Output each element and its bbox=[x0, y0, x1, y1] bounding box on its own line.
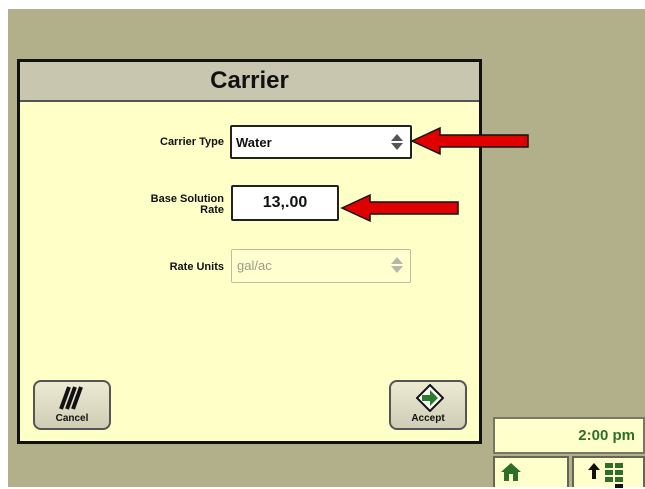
base-solution-rate-label: Base Solution Rate bbox=[116, 194, 224, 216]
rate-units-value: gal/ac bbox=[237, 258, 272, 273]
cancel-button-label: Cancel bbox=[55, 413, 89, 424]
cancel-slash-icon bbox=[59, 386, 83, 410]
dialog-title: Carrier bbox=[210, 67, 289, 94]
home-icon bbox=[501, 463, 521, 481]
base-solution-rate-input[interactable]: 13,.00 bbox=[231, 185, 339, 221]
layout-up-icon bbox=[588, 463, 623, 488]
home-button[interactable] bbox=[493, 456, 569, 487]
base-solution-rate-value: 13,.00 bbox=[262, 194, 308, 211]
carrier-type-value: Water bbox=[236, 135, 272, 150]
carrier-type-label: Carrier Type bbox=[160, 136, 224, 148]
clock-display: 2:00 pm bbox=[493, 417, 645, 454]
up-down-arrows-icon bbox=[391, 257, 403, 273]
accept-button[interactable]: Accept bbox=[389, 380, 467, 430]
dialog-title-bar: Carrier bbox=[20, 62, 479, 102]
layout-button[interactable] bbox=[572, 456, 645, 488]
clock-time: 2:00 pm bbox=[578, 427, 635, 444]
cancel-button[interactable]: Cancel bbox=[33, 380, 111, 430]
base-solution-rate-label-line2: Rate bbox=[200, 204, 224, 216]
carrier-type-select[interactable]: Water bbox=[230, 125, 412, 159]
accept-button-label: Accept bbox=[411, 413, 445, 424]
rate-units-select: gal/ac bbox=[231, 249, 411, 283]
accept-arrow-icon bbox=[416, 384, 444, 412]
rate-units-label: Rate Units bbox=[169, 261, 224, 273]
callout-arrow-carrier-type bbox=[410, 126, 529, 156]
carrier-dialog: Carrier Carrier Type Water Base Solution… bbox=[17, 59, 482, 444]
callout-arrow-base-solution-rate bbox=[340, 193, 459, 223]
up-down-arrows-icon bbox=[391, 134, 403, 150]
